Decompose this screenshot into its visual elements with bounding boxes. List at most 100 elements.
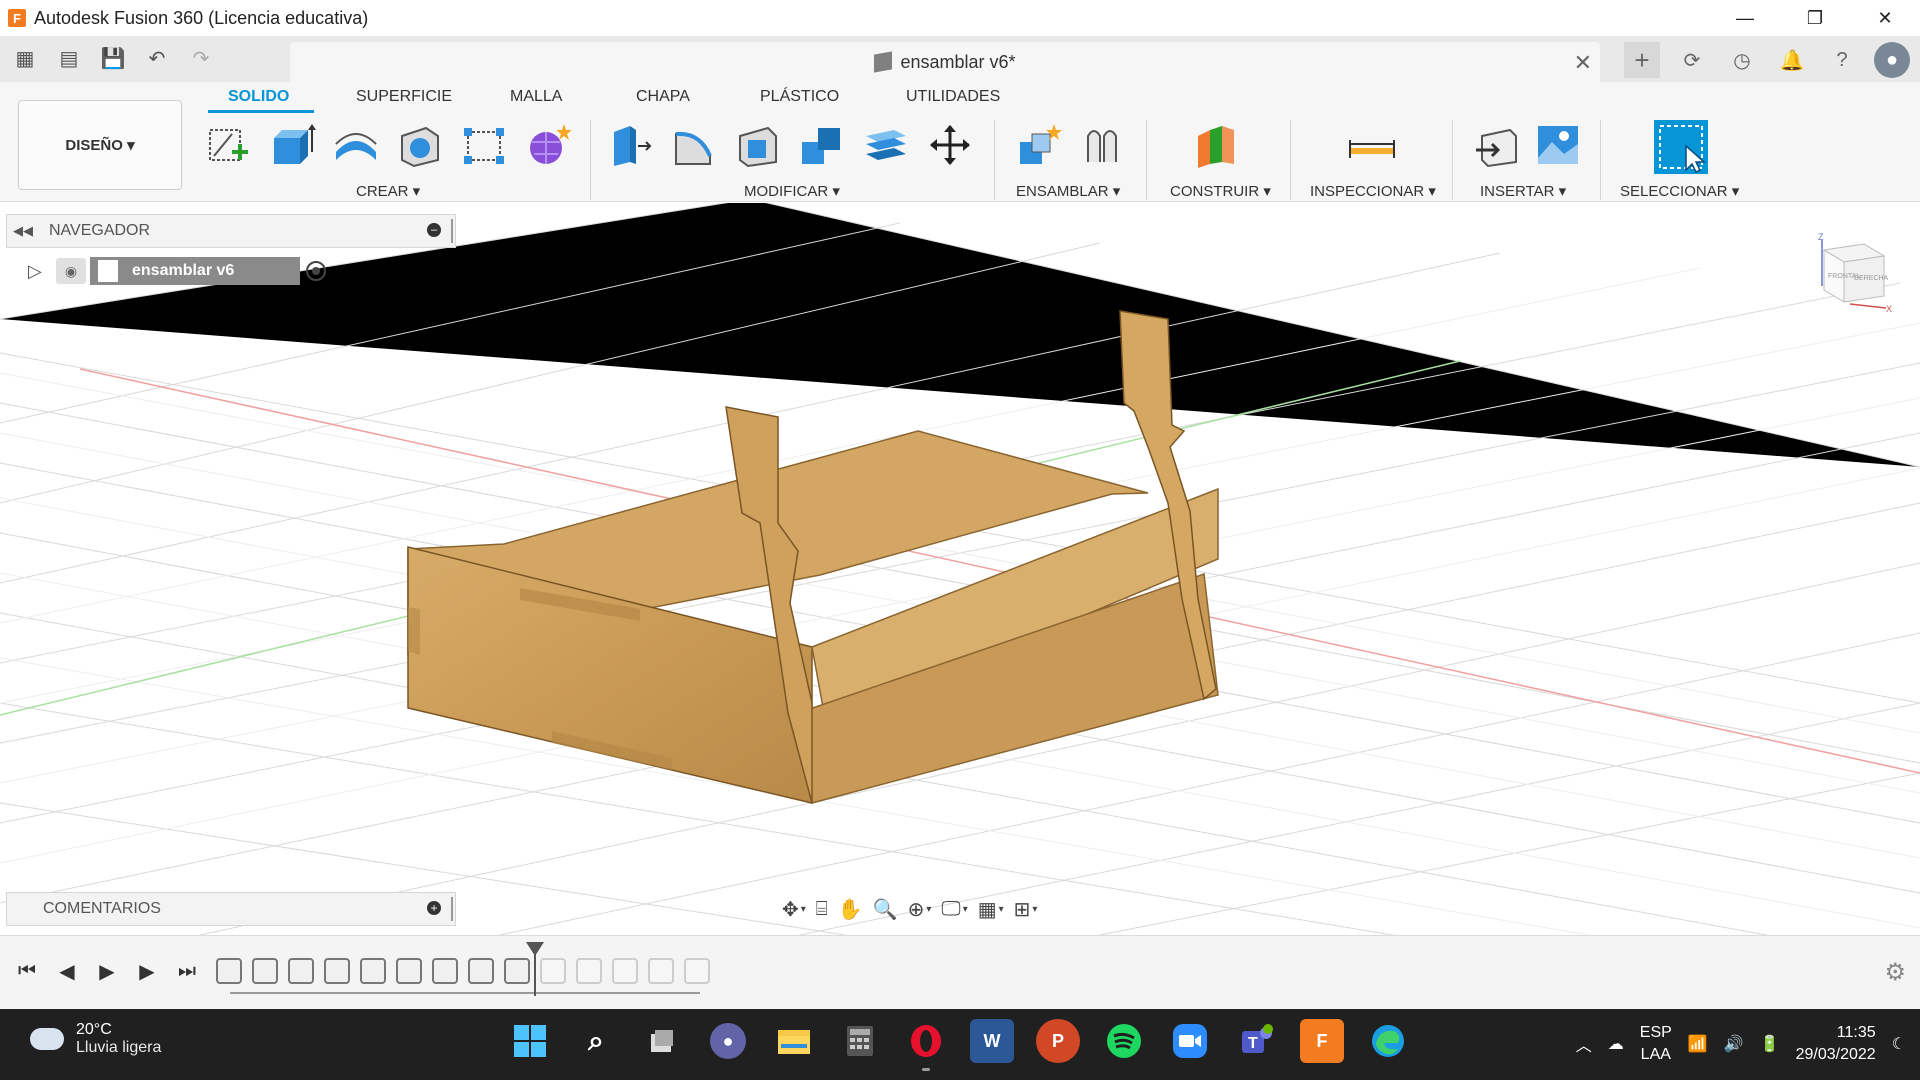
tab-superficie[interactable]: SUPERFICIE <box>356 88 452 106</box>
user-avatar[interactable]: ● <box>1874 42 1910 78</box>
tab-solido[interactable]: SOLIDO <box>228 88 289 106</box>
restore-button[interactable]: ❐ <box>1780 0 1850 36</box>
timeline-feature-icon[interactable] <box>216 958 242 984</box>
add-comment-icon[interactable]: + <box>427 901 441 915</box>
timeline-feature-icon[interactable] <box>540 958 566 984</box>
tab-chapa[interactable]: CHAPA <box>636 88 690 106</box>
file-menu-icon[interactable]: ▤ <box>54 44 84 72</box>
viewports-icon[interactable]: ⊞ ▾ <box>1014 894 1038 924</box>
3d-viewport[interactable] <box>0 203 1920 935</box>
shell-icon[interactable] <box>734 122 782 168</box>
clock[interactable]: 11:35 29/03/2022 <box>1796 1022 1876 1066</box>
inspeccionar-group-label[interactable]: INSPECCIONAR ▾ <box>1310 182 1436 200</box>
extensions-icon[interactable]: ⟳ <box>1674 42 1710 78</box>
insert-derive-icon[interactable] <box>1472 122 1520 168</box>
search-icon[interactable]: ⌕ <box>574 1019 618 1063</box>
ensamblar-group-label[interactable]: ENSAMBLAR ▾ <box>1016 182 1120 200</box>
panel-grip[interactable] <box>451 897 453 921</box>
sweep-icon[interactable] <box>396 122 444 168</box>
calculator-icon[interactable] <box>838 1019 882 1063</box>
step-back-icon[interactable]: ◀ <box>54 958 80 984</box>
pan-hand-icon[interactable]: ✋ <box>838 894 863 924</box>
wifi-icon[interactable]: 📶 <box>1688 1034 1708 1054</box>
seleccionar-group-label[interactable]: SELECCIONAR ▾ <box>1620 182 1739 200</box>
onedrive-cloud-icon[interactable]: ☁ <box>1608 1034 1624 1054</box>
minimize-button[interactable]: — <box>1710 0 1780 36</box>
grid-canvas[interactable] <box>0 203 1920 935</box>
save-icon[interactable]: 💾 <box>98 44 128 72</box>
notifications-icon[interactable]: 🔔 <box>1774 42 1810 78</box>
redo-icon[interactable]: ↷ <box>186 44 216 72</box>
show-hidden-icons-chevron-icon[interactable]: ︿ <box>1576 1032 1592 1056</box>
help-icon[interactable]: ? <box>1824 42 1860 78</box>
root-component-label[interactable]: ensamblar v6 <box>90 257 300 285</box>
modificar-group-label[interactable]: MODIFICAR ▾ <box>744 182 840 200</box>
panel-toggle-icon[interactable]: – <box>427 223 441 237</box>
spotify-icon[interactable] <box>1102 1019 1146 1063</box>
new-tab-button[interactable]: + <box>1624 42 1660 78</box>
timeline-feature-icon[interactable] <box>360 958 386 984</box>
word-icon[interactable]: W <box>970 1019 1014 1063</box>
chat-icon[interactable]: ● <box>710 1023 746 1059</box>
weather-widget[interactable]: 20°C Lluvia ligera <box>30 1021 161 1057</box>
step-forward-icon[interactable]: ▶ <box>134 958 160 984</box>
timeline-feature-icon[interactable] <box>324 958 350 984</box>
zoom-icon[interactable] <box>1168 1019 1212 1063</box>
offset-plane-icon[interactable] <box>1194 122 1242 168</box>
combine-icon[interactable] <box>798 122 846 168</box>
split-body-icon[interactable] <box>862 122 910 168</box>
viewcube-right-label[interactable]: DERECHA <box>1854 275 1889 282</box>
job-status-icon[interactable]: ◷ <box>1724 42 1760 78</box>
display-settings-icon[interactable]: 🖵 ▾ <box>941 894 967 924</box>
go-to-end-icon[interactable]: ⏭ <box>174 958 200 984</box>
browser-panel-header[interactable]: ◀◀ NAVEGADOR – <box>6 214 456 248</box>
grid-settings-icon[interactable]: ▦ ▾ <box>978 894 1004 924</box>
start-icon[interactable] <box>508 1019 552 1063</box>
insert-canvas-icon[interactable] <box>1534 122 1582 168</box>
select-icon[interactable] <box>1652 118 1710 176</box>
timeline-settings-gear-icon[interactable]: ⚙ <box>1884 958 1906 987</box>
expand-triangle-icon[interactable]: ▷ <box>28 261 48 282</box>
insertar-group-label[interactable]: INSERTAR ▾ <box>1480 182 1566 200</box>
volume-icon[interactable]: 🔊 <box>1724 1034 1744 1054</box>
create-form-icon[interactable] <box>524 122 572 168</box>
timeline-feature-icon[interactable] <box>648 958 674 984</box>
joint-icon[interactable] <box>1078 122 1126 168</box>
timeline-feature-icon[interactable] <box>612 958 638 984</box>
create-sketch-icon[interactable] <box>204 122 252 168</box>
revolve-icon[interactable] <box>332 122 380 168</box>
press-pull-icon[interactable] <box>606 122 654 168</box>
battery-icon[interactable]: 🔋 <box>1760 1034 1780 1054</box>
timeline-feature-icon[interactable] <box>396 958 422 984</box>
close-tab-icon[interactable]: ✕ <box>1574 50 1592 76</box>
workspace-switcher-button[interactable]: DISEÑO ▾ <box>18 100 182 190</box>
new-component-icon[interactable] <box>1014 122 1062 168</box>
zoom-icon[interactable]: 🔍 <box>873 894 898 924</box>
go-to-start-icon[interactable]: ⏮ <box>14 958 40 984</box>
measure-icon[interactable] <box>1348 122 1396 168</box>
timeline-feature-icon[interactable] <box>432 958 458 984</box>
tab-plastico[interactable]: PLÁSTICO <box>760 88 839 106</box>
timeline-feature-icon[interactable] <box>576 958 602 984</box>
look-at-icon[interactable]: ⌸ <box>816 894 828 924</box>
comments-panel[interactable]: COMENTARIOS + <box>6 892 456 926</box>
rectangular-pattern-icon[interactable] <box>460 122 508 168</box>
timeline-feature-icon[interactable] <box>288 958 314 984</box>
crear-group-label[interactable]: CREAR ▾ <box>356 182 420 200</box>
quiet-hours-moon-icon[interactable]: ☾ <box>1892 1034 1906 1054</box>
timeline-feature-icon[interactable] <box>504 958 530 984</box>
move-copy-icon[interactable] <box>926 122 974 168</box>
visibility-eye-icon[interactable]: ◉ <box>56 258 86 284</box>
panel-grip[interactable] <box>451 219 453 243</box>
view-cube[interactable]: FRONTAL DERECHA Z X <box>1810 226 1900 316</box>
timeline-feature-icon[interactable] <box>684 958 710 984</box>
opera-icon[interactable] <box>904 1019 948 1071</box>
teams-icon[interactable]: T <box>1234 1019 1278 1063</box>
tab-utilidades[interactable]: UTILIDADES <box>906 88 1000 106</box>
undo-icon[interactable]: ↶ <box>142 44 172 72</box>
orbit-icon[interactable]: ✥ ▾ <box>782 894 806 924</box>
fit-zoom-icon[interactable]: ⊕ ▾ <box>908 894 932 924</box>
timeline-feature-icon[interactable] <box>252 958 278 984</box>
fillet-icon[interactable] <box>670 122 718 168</box>
close-button[interactable]: ✕ <box>1850 0 1920 36</box>
